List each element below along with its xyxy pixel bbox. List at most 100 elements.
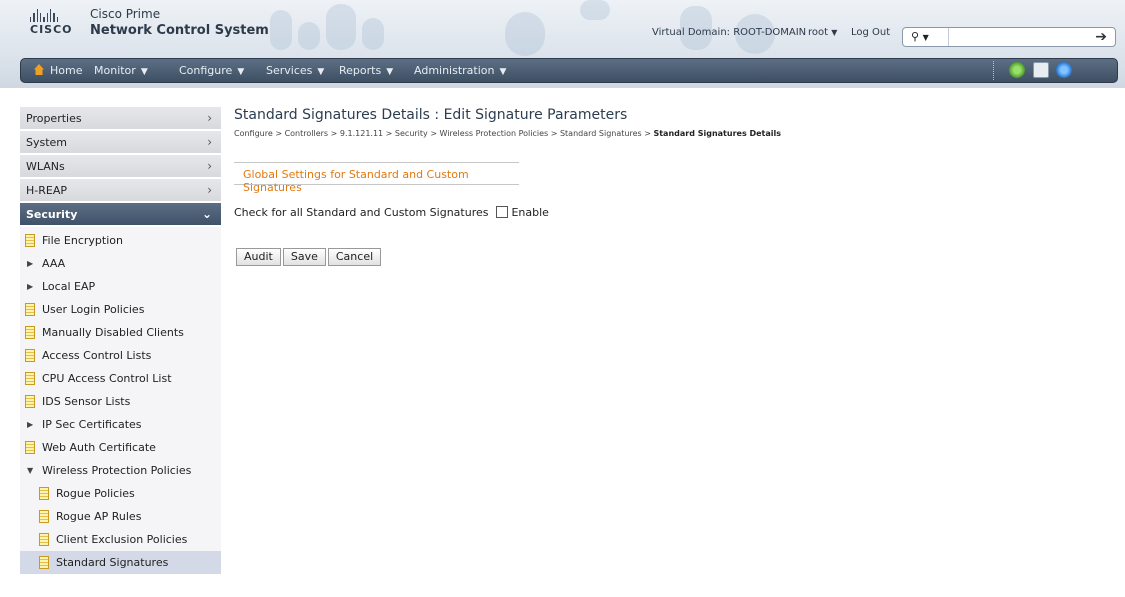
chevron-right-icon: › [207,183,212,197]
sidebar-item-client-exclusion-policies[interactable]: Client Exclusion Policies [20,528,221,551]
nav-services-label: Services [266,64,313,77]
sidebar-section-label: H-REAP [26,184,67,197]
sidebar-section-label: Security [26,208,78,221]
nav-home[interactable]: Home [34,59,82,82]
sidebar-item-label: IP Sec Certificates [42,418,142,431]
sidebar-item-ids-sensor-lists[interactable]: IDS Sensor Lists [20,390,221,413]
sidebar-section-label: System [26,136,68,149]
sidebar-section-label: WLANs [26,160,65,173]
document-icon [39,533,49,546]
sidebar-item-label: AAA [42,257,66,270]
sidebar-item-label: CPU Access Control List [42,372,172,385]
enable-checkbox[interactable] [496,206,509,218]
sidebar-item-access-control-lists[interactable]: Access Control Lists [20,344,221,367]
expand-arrow-icon: ▶ [27,282,34,291]
nav-tools [993,61,1113,80]
search-go-arrow-icon[interactable]: ➔ [1095,28,1107,46]
sidebar-item-label: File Encryption [42,234,123,247]
sidebar-section-wlans[interactable]: WLANs › [20,155,221,178]
check-all-signatures-label: Check for all Standard and Custom Signat… [234,206,489,219]
nav-reports[interactable]: Reports ▼ [339,59,393,82]
sidebar-item-label: Standard Signatures [56,556,169,569]
main-nav-bar: Home Monitor ▼ Configure ▼ Services ▼ Repor… [20,58,1118,83]
sidebar-section-system[interactable]: System › [20,131,221,154]
nav-administration-label: Administration [414,64,495,77]
page-title: Standard Signatures Details : Edit Signa… [234,107,628,123]
document-icon [39,510,49,523]
header-decoration [270,10,292,50]
document-icon [25,372,35,385]
nav-configure[interactable]: Configure ▼ [179,59,244,82]
app-header: CISCO Cisco Prime Network Control System… [0,0,1125,88]
sidebar-section-properties[interactable]: Properties › [20,107,221,130]
check-all-signatures-row: Check for all Standard and Custom Signat… [234,206,549,219]
chevron-right-icon: › [207,159,212,173]
document-icon [25,326,35,339]
sidebar-item-label: Wireless Protection Policies [42,464,192,477]
chevron-right-icon: › [207,135,212,149]
nav-monitor-label: Monitor [94,64,136,77]
header-decoration [326,4,356,50]
sidebar-item-label: Web Auth Certificate [42,441,156,454]
cancel-button[interactable]: Cancel [327,248,382,266]
sidebar-item-standard-signatures[interactable]: Standard Signatures [20,551,221,574]
sidebar-item-file-encryption[interactable]: File Encryption [20,229,221,252]
header-decoration [298,22,320,50]
nav-administration[interactable]: Administration ▼ [414,59,506,82]
security-menu: File Encryption ▶ AAA ▶ Local EAP User Log… [20,227,221,574]
sidebar-item-ip-sec-certificates[interactable]: ▶ IP Sec Certificates [20,413,221,436]
header-decoration [580,0,610,20]
save-button[interactable]: Save [282,248,326,266]
sidebar-section-security[interactable]: Security ⌄ [20,203,221,226]
sidebar-item-manually-disabled-clients[interactable]: Manually Disabled Clients [20,321,221,344]
sidebar-item-cpu-access-control-list[interactable]: CPU Access Control List [20,367,221,390]
sidebar-item-user-login-policies[interactable]: User Login Policies [20,298,221,321]
print-icon[interactable] [1033,62,1049,78]
breadcrumb-current: Standard Signatures Details [653,129,782,138]
virtual-domain-label: Virtual Domain: ROOT-DOMAIN [652,27,807,38]
sidebar: Properties › System › WLANs › H-REAP › Secur… [20,107,221,574]
sidebar-item-web-auth-certificate[interactable]: Web Auth Certificate [20,436,221,459]
sidebar-item-local-eap[interactable]: ▶ Local EAP [20,275,221,298]
audit-button[interactable]: Audit [236,248,281,266]
sidebar-item-label: IDS Sensor Lists [42,395,131,408]
nav-configure-label: Configure [179,64,233,77]
nav-services[interactable]: Services ▼ [266,59,324,82]
breadcrumb: Configure > Controllers > 9.1.121.11 > S… [234,129,1114,138]
global-settings-section-header: Global Settings for Standard and Custom … [234,162,519,194]
sidebar-item-aaa[interactable]: ▶ AAA [20,252,221,275]
sidebar-item-label: Access Control Lists [42,349,152,362]
sidebar-item-rogue-ap-rules[interactable]: Rogue AP Rules [20,505,221,528]
product-name-line2: Network Control System [90,23,269,38]
chevron-down-icon: ▼ [499,67,507,77]
sidebar-item-wireless-protection-policies[interactable]: ▼ Wireless Protection Policies [20,459,221,482]
expand-arrow-icon: ▶ [27,259,34,268]
sidebar-item-label: Rogue Policies [56,487,135,500]
sidebar-item-label: User Login Policies [42,303,145,316]
chevron-down-icon: ⌄ [201,207,212,221]
collapse-arrow-icon: ▼ [27,466,34,475]
help-icon[interactable] [1056,62,1072,78]
chevron-down-icon: ▼ [237,67,245,77]
nav-monitor[interactable]: Monitor ▼ [94,59,148,82]
action-buttons: Audit Save Cancel [236,248,383,266]
sidebar-item-label: Local EAP [42,280,96,293]
product-name-line1: Cisco Prime [90,7,161,21]
nav-home-label: Home [50,64,83,77]
sidebar-item-rogue-policies[interactable]: Rogue Policies [20,482,221,505]
search-input[interactable] [953,29,1083,45]
document-icon [25,349,35,362]
sidebar-section-hreap[interactable]: H-REAP › [20,179,221,202]
breadcrumb-path[interactable]: Configure > Controllers > 9.1.121.11 > S… [234,129,653,138]
user-menu[interactable]: root ▼ [808,27,837,38]
gear-icon[interactable] [1009,62,1025,78]
cisco-logo: CISCO [30,9,72,37]
section-title: Global Settings for Standard and Custom … [243,168,469,194]
chevron-down-icon: ▼ [831,28,838,37]
logout-link[interactable]: Log Out [851,27,890,38]
document-icon [39,487,49,500]
document-icon [25,395,35,408]
document-icon [39,556,49,569]
user-name: root [808,27,829,38]
search-scope-dropdown[interactable]: ⚲ ▼ [903,28,949,46]
